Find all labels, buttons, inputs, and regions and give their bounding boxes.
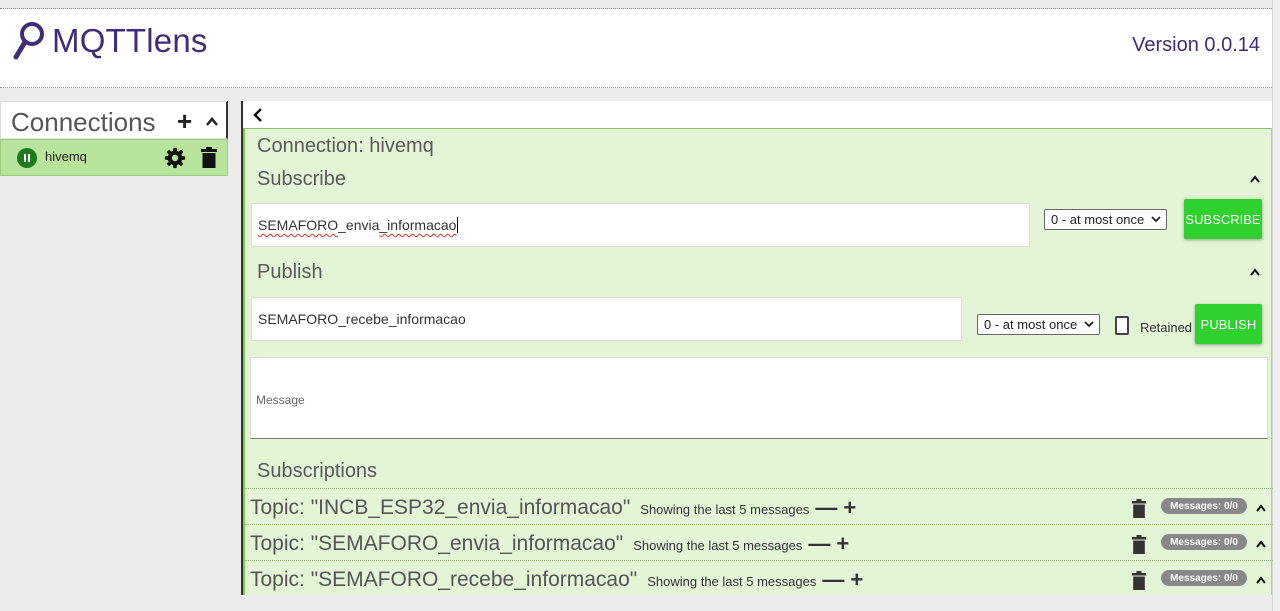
subscription-row: Topic: "INCB_ESP32_envia_informacao" Show… bbox=[245, 488, 1273, 524]
publish-topic-input[interactable]: SEMAFORO_recebe_informacao bbox=[251, 297, 962, 341]
pause-connection-icon[interactable] bbox=[17, 148, 37, 168]
connection-detail-panel: Connection: hivemq Subscribe SEMAFORO _en… bbox=[241, 101, 1273, 596]
subscribe-topic-suffix: _informacao bbox=[379, 217, 457, 233]
trash-icon[interactable] bbox=[1132, 535, 1146, 554]
subscribe-topic-mid: _envia bbox=[338, 217, 380, 233]
connections-title: Connections bbox=[11, 107, 156, 137]
subscription-topic-line: Topic: "INCB_ESP32_envia_informacao" Show… bbox=[250, 494, 856, 520]
collapse-subscription-icon[interactable] bbox=[1255, 575, 1267, 585]
collapse-subscribe-icon[interactable] bbox=[1249, 174, 1261, 184]
showing-count-label: Showing the last 5 messages bbox=[640, 502, 810, 517]
magnifier-logo-icon bbox=[13, 22, 44, 60]
trash-icon[interactable] bbox=[1132, 571, 1146, 590]
chevron-down-icon bbox=[1084, 321, 1094, 328]
retained-checkbox[interactable] bbox=[1115, 316, 1129, 335]
decrease-count-button[interactable]: — bbox=[815, 495, 837, 520]
publish-qos-value: 0 - at most once bbox=[984, 317, 1078, 332]
subscription-topic-line: Topic: "SEMAFORO_envia_informacao" Showin… bbox=[250, 530, 849, 556]
retained-label: Retained bbox=[1140, 320, 1193, 335]
increase-count-button[interactable]: + bbox=[850, 567, 863, 592]
subscribe-qos-value: 0 - at most once bbox=[1051, 212, 1145, 227]
subscription-topic-line: Topic: "SEMAFORO_recebe_informacao" Showi… bbox=[250, 566, 863, 592]
message-placeholder: Message bbox=[256, 393, 305, 407]
publish-topic-value: SEMAFORO_recebe_informacao bbox=[258, 311, 466, 327]
connection-name: hivemq bbox=[45, 149, 87, 164]
increase-count-button[interactable]: + bbox=[843, 495, 856, 520]
subscription-row: Topic: "SEMAFORO_envia_informacao" Showin… bbox=[245, 524, 1273, 560]
messages-badge: Messages: 0/0 bbox=[1161, 498, 1247, 514]
publish-qos-select[interactable]: 0 - at most once bbox=[977, 314, 1101, 335]
collapse-publish-icon[interactable] bbox=[1249, 267, 1261, 277]
publish-heading: Publish bbox=[257, 261, 323, 283]
decrease-count-button[interactable]: — bbox=[808, 531, 830, 556]
app-title: MQTTlens bbox=[52, 22, 208, 59]
gear-icon[interactable] bbox=[164, 147, 186, 169]
showing-count-label: Showing the last 5 messages bbox=[647, 574, 817, 589]
message-textarea[interactable]: Message bbox=[250, 357, 1268, 439]
connections-header: Connections + bbox=[0, 101, 228, 139]
subscribe-qos-select[interactable]: 0 - at most once bbox=[1044, 209, 1168, 230]
collapse-subscription-icon[interactable] bbox=[1255, 539, 1267, 549]
increase-count-button[interactable]: + bbox=[836, 531, 849, 556]
delete-connection-icon[interactable] bbox=[201, 147, 217, 168]
collapse-connections-icon[interactable] bbox=[204, 109, 220, 133]
subscriptions-heading: Subscriptions bbox=[257, 460, 378, 482]
subscription-topic: Topic: "INCB_ESP32_envia_informacao" bbox=[250, 496, 631, 519]
messages-badge: Messages: 0/0 bbox=[1161, 570, 1247, 586]
connection-label: Connection: hivemq bbox=[257, 135, 434, 157]
app-header: MQTTlens Version 0.0.14 bbox=[0, 9, 1272, 88]
page-scrollbar[interactable] bbox=[1272, 0, 1280, 611]
showing-count-label: Showing the last 5 messages bbox=[633, 538, 803, 553]
messages-badge: Messages: 0/0 bbox=[1161, 534, 1247, 550]
text-caret bbox=[457, 217, 459, 233]
app-logo: MQTTlens bbox=[12, 21, 208, 61]
add-connection-button[interactable]: + bbox=[177, 108, 192, 134]
subscribe-heading: Subscribe bbox=[257, 168, 346, 190]
subscription-row: Topic: "SEMAFORO_recebe_informacao" Showi… bbox=[245, 560, 1273, 596]
panel-toolbar bbox=[243, 101, 1272, 129]
collapse-subscription-icon[interactable] bbox=[1255, 503, 1267, 513]
connections-panel: Connections + hivemq bbox=[0, 101, 228, 176]
app-version: Version 0.0.14 bbox=[1132, 34, 1260, 56]
chevron-down-icon bbox=[1151, 216, 1161, 223]
connection-item-hivemq[interactable]: hivemq bbox=[0, 139, 228, 176]
trash-icon[interactable] bbox=[1132, 499, 1146, 518]
subscription-topic: Topic: "SEMAFORO_recebe_informacao" bbox=[250, 568, 638, 591]
subscribe-topic-prefix: SEMAFORO bbox=[258, 217, 339, 233]
publish-button[interactable]: PUBLISH bbox=[1195, 304, 1262, 344]
back-chevron-icon[interactable] bbox=[252, 107, 264, 123]
subscription-topic: Topic: "SEMAFORO_envia_informacao" bbox=[250, 532, 624, 555]
page-bottom bbox=[0, 596, 1272, 611]
subscribe-topic-input[interactable]: SEMAFORO _envia _informacao bbox=[251, 203, 1030, 247]
subscribe-button[interactable]: SUBSCRIBE bbox=[1184, 199, 1262, 239]
decrease-count-button[interactable]: — bbox=[822, 567, 844, 592]
